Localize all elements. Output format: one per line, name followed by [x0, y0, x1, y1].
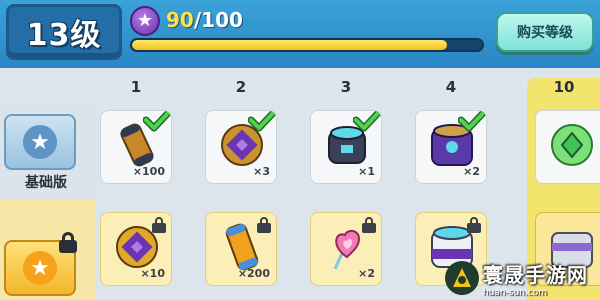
paid-reward-cell-2[interactable]: ×200: [205, 212, 277, 286]
buy-level-button[interactable]: 购买等级: [496, 12, 594, 52]
basic-pass-ticket: ★: [4, 114, 76, 170]
free-reward-cell-3[interactable]: ×1: [310, 110, 382, 184]
xp-current: 90: [166, 8, 194, 32]
reward-quantity: ×3: [253, 165, 270, 178]
xp-progress-bar: [130, 38, 484, 52]
xp-max: /100: [193, 8, 243, 32]
xp-value: 90/100: [166, 8, 243, 34]
xp-star-icon: ★: [130, 6, 160, 36]
watermark-logo-icon: [445, 261, 479, 295]
lock-icon: [467, 217, 481, 233]
claimed-check-icon: [143, 111, 171, 132]
column-header-2: 2: [235, 78, 247, 96]
watermark-name: 寰晟手游网: [483, 262, 588, 287]
premium-lock-icon: [58, 232, 78, 254]
star-icon: ★: [23, 125, 57, 159]
free-reward-cell-10[interactable]: [535, 110, 600, 184]
reward-quantity: ×1: [358, 165, 375, 178]
reward-quantity: ×200: [237, 267, 270, 280]
reward-quantity: ×100: [132, 165, 165, 178]
reward-quantity: ×2: [358, 267, 375, 280]
level-badge: 13级: [6, 4, 122, 60]
claimed-check-icon: [353, 111, 381, 132]
basic-row-label: 基础版: [25, 175, 67, 191]
level-text: 13级: [26, 18, 102, 53]
free-reward-cell-2[interactable]: ×3: [205, 110, 277, 184]
free-reward-cell-4[interactable]: ×2: [415, 110, 487, 184]
reward-quantity: ×2: [463, 165, 480, 178]
column-header-1: 1: [130, 78, 142, 96]
paid-reward-cell-3[interactable]: ×2: [310, 212, 382, 286]
lock-icon: [152, 217, 166, 233]
reward-quantity: ×10: [140, 267, 165, 280]
watermark-url: huan-sun.com: [483, 287, 548, 298]
xp-progress-fill: [132, 40, 447, 50]
column-header-3: 3: [340, 78, 352, 96]
column-header-10: 10: [553, 78, 575, 96]
lock-icon: [362, 217, 376, 233]
lock-icon: [257, 217, 271, 233]
site-watermark: 寰晟手游网 huan-sun.com: [445, 256, 600, 300]
star-icon: ★: [23, 251, 57, 285]
paid-reward-cell-1[interactable]: ×10: [100, 212, 172, 286]
column-header-4: 4: [445, 78, 457, 96]
green-gem-icon: [551, 124, 593, 166]
free-reward-cell-1[interactable]: ×100: [100, 110, 172, 184]
claimed-check-icon: [248, 111, 276, 132]
claimed-check-icon: [458, 111, 486, 132]
